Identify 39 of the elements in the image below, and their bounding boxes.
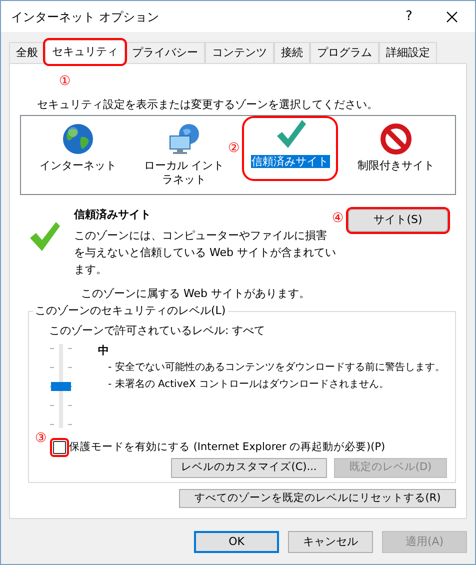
annotation-number: ① xyxy=(59,75,71,88)
zone-item[interactable]: インターネット xyxy=(35,122,121,173)
annotation-number: ② xyxy=(228,142,240,155)
zone-note: このゾーンに属する Web サイトがあります。 xyxy=(81,287,311,301)
reset-button[interactable]: すべてのゾーンを既定のレベルにリセットする(R) xyxy=(179,489,456,508)
tab[interactable]: 接続 xyxy=(274,42,310,63)
globe-icon xyxy=(61,122,95,156)
window-title: インターネット オプション xyxy=(11,8,159,26)
zone-item[interactable]: ローカル イントラネット xyxy=(141,122,227,187)
checkmark-icon xyxy=(28,221,62,253)
tab[interactable]: プライバシー xyxy=(125,42,205,63)
level-button[interactable]: レベルのカスタマイズ(C)... xyxy=(171,458,327,478)
network-computer-icon xyxy=(167,122,201,156)
close-icon xyxy=(446,10,458,22)
sites-button[interactable]: サイト(S) xyxy=(348,209,448,232)
help-button[interactable]: ? xyxy=(389,2,429,32)
level-description: - 未署名の ActiveX コントロールはダウンロードされません。 xyxy=(108,378,390,392)
annotation-number: ④ xyxy=(332,212,344,225)
tab[interactable]: 詳細設定 xyxy=(379,42,437,63)
dialog-button[interactable]: OK xyxy=(194,531,279,553)
tab[interactable]: コンテンツ xyxy=(205,42,274,63)
checkbox[interactable] xyxy=(53,441,66,454)
zone-item[interactable]: 信頼済みサイト xyxy=(244,118,336,179)
allowed-level: このゾーンで許可されているレベル: すべて xyxy=(49,324,266,338)
tab[interactable]: プログラム xyxy=(310,42,379,63)
zone-description: このゾーンには、コンピューターやファイルに損害を与えないと信頼している Web サイトが含まれています。 xyxy=(74,228,336,278)
dialog-button[interactable]: キャンセル xyxy=(288,531,373,553)
tab[interactable]: セキュリティ xyxy=(45,40,125,64)
prohibited-icon xyxy=(379,122,413,156)
zone-title: 信頼済みサイト xyxy=(74,207,152,223)
level-description: - 安全でない可能性のあるコンテンツをダウンロードする前に警告します。 xyxy=(108,360,445,375)
tab[interactable]: 全般 xyxy=(9,42,45,63)
zone-list[interactable]: インターネット ローカル イントラネット 信頼済みサイト ② 制限付きサイト xyxy=(20,115,456,195)
annotation-number: ③ xyxy=(35,432,47,445)
slider-thumb[interactable] xyxy=(51,382,71,391)
level-name: 中 xyxy=(98,344,110,358)
checkbox-label: 保護モードを有効にする (Internet Explorer の再起動が必要)(P) xyxy=(69,440,386,455)
zone-item[interactable]: 制限付きサイト xyxy=(353,122,439,173)
zone-prompt: セキュリティ設定を表示または変更するゾーンを選択してください。 xyxy=(37,98,379,112)
